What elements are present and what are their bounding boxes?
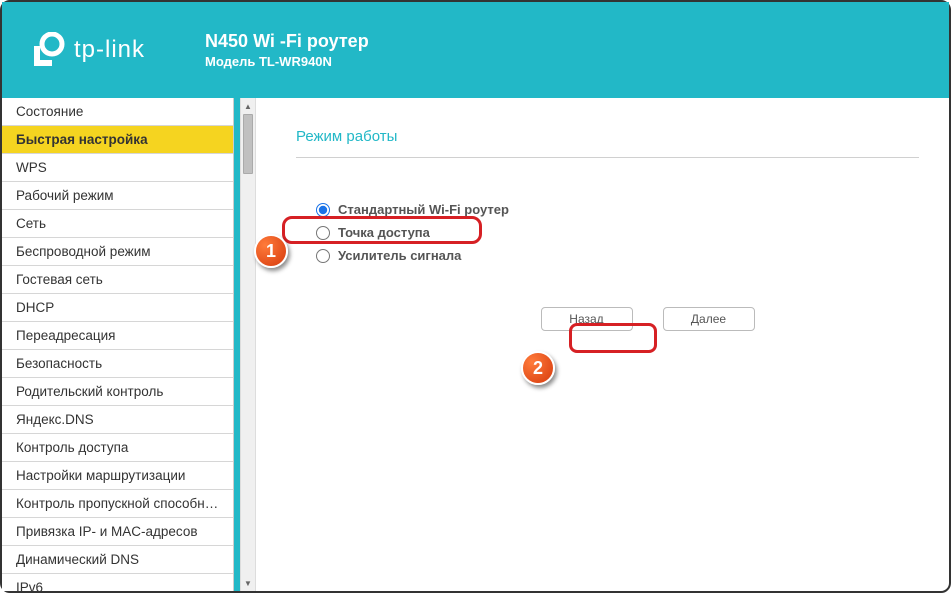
mode-option-0[interactable]: Стандартный Wi-Fi роутер bbox=[316, 198, 919, 221]
title-divider bbox=[296, 157, 919, 158]
back-button[interactable]: Назад bbox=[541, 307, 633, 331]
sidebar-item-11[interactable]: Яндекс.DNS bbox=[2, 406, 233, 434]
sidebar-item-5[interactable]: Беспроводной режим bbox=[2, 238, 233, 266]
scroll-down-icon[interactable]: ▼ bbox=[241, 575, 255, 591]
mode-option-1[interactable]: Точка доступа bbox=[316, 221, 919, 244]
sidebar-item-12[interactable]: Контроль доступа bbox=[2, 434, 233, 462]
sidebar-item-2[interactable]: WPS bbox=[2, 154, 233, 182]
header: tp-link N450 Wi -Fi роутер Модель TL-WR9… bbox=[2, 2, 949, 98]
sidebar-item-16[interactable]: Динамический DNS bbox=[2, 546, 233, 574]
mode-radio-1[interactable] bbox=[316, 226, 330, 240]
mode-radio-2[interactable] bbox=[316, 249, 330, 263]
tp-link-logo-icon bbox=[30, 32, 66, 68]
callout-badge-2: 2 bbox=[521, 351, 555, 385]
scroll-track[interactable] bbox=[241, 114, 255, 575]
sidebar-item-14[interactable]: Контроль пропускной способности bbox=[2, 490, 233, 518]
sidebar-item-17[interactable]: IPv6 bbox=[2, 574, 233, 591]
callout-badge-1: 1 bbox=[254, 234, 288, 268]
mode-radio-group: Стандартный Wi-Fi роутер Точка доступа Уси… bbox=[316, 198, 919, 267]
page-title: Режим работы bbox=[296, 128, 919, 145]
scroll-thumb[interactable] bbox=[243, 114, 253, 174]
scroll-up-icon[interactable]: ▲ bbox=[241, 98, 255, 114]
mode-radio-0[interactable] bbox=[316, 203, 330, 217]
content-container: СостояниеБыстрая настройкаWPSРабочий реж… bbox=[2, 98, 949, 591]
product-info: N450 Wi -Fi роутер Модель TL-WR940N bbox=[205, 31, 369, 69]
product-model: Модель TL-WR940N bbox=[205, 54, 369, 69]
sidebar-item-7[interactable]: DHCP bbox=[2, 294, 233, 322]
sidebar: СостояниеБыстрая настройкаWPSРабочий реж… bbox=[2, 98, 234, 591]
product-title: N450 Wi -Fi роутер bbox=[205, 31, 369, 52]
sidebar-item-8[interactable]: Переадресация bbox=[2, 322, 233, 350]
sidebar-item-3[interactable]: Рабочий режим bbox=[2, 182, 233, 210]
next-button[interactable]: Далее bbox=[663, 307, 755, 331]
sidebar-item-10[interactable]: Родительский контроль bbox=[2, 378, 233, 406]
brand-text: tp-link bbox=[74, 36, 145, 64]
mode-option-2[interactable]: Усилитель сигнала bbox=[316, 244, 919, 267]
sidebar-item-1[interactable]: Быстрая настройка bbox=[2, 126, 233, 154]
scrollbar[interactable]: ▲ ▼ bbox=[240, 98, 256, 591]
sidebar-item-0[interactable]: Состояние bbox=[2, 98, 233, 126]
main-panel: Режим работы Стандартный Wi-Fi роутер Точ… bbox=[256, 98, 949, 591]
sidebar-item-9[interactable]: Безопасность bbox=[2, 350, 233, 378]
mode-label-2: Усилитель сигнала bbox=[338, 248, 461, 263]
sidebar-item-13[interactable]: Настройки маршрутизации bbox=[2, 462, 233, 490]
sidebar-item-4[interactable]: Сеть bbox=[2, 210, 233, 238]
mode-label-1: Точка доступа bbox=[338, 225, 430, 240]
mode-label-0: Стандартный Wi-Fi роутер bbox=[338, 202, 509, 217]
sidebar-item-15[interactable]: Привязка IP- и MAC-адресов bbox=[2, 518, 233, 546]
button-row: Назад Далее bbox=[376, 307, 919, 331]
brand-logo: tp-link bbox=[30, 32, 145, 68]
sidebar-item-6[interactable]: Гостевая сеть bbox=[2, 266, 233, 294]
